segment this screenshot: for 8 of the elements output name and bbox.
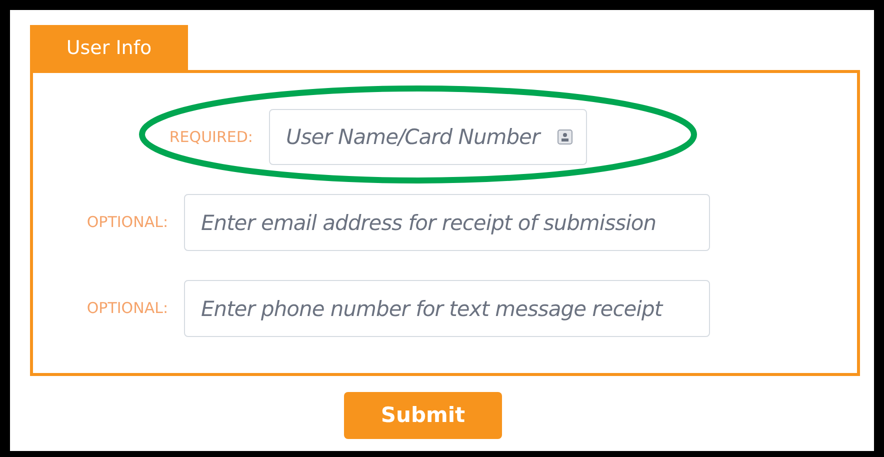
field-label: REQUIRED: <box>168 126 253 148</box>
contact-card-icon <box>557 129 573 145</box>
field-label: OPTIONAL: <box>86 298 168 320</box>
submit-button[interactable]: Submit <box>344 392 502 439</box>
input-field[interactable]: Enter email address for receipt of submission <box>184 194 710 251</box>
input-field[interactable]: Enter phone number for text message receipt <box>184 280 710 337</box>
input-field[interactable]: User Name/Card Number <box>269 109 587 165</box>
field-label: OPTIONAL: <box>86 212 168 234</box>
